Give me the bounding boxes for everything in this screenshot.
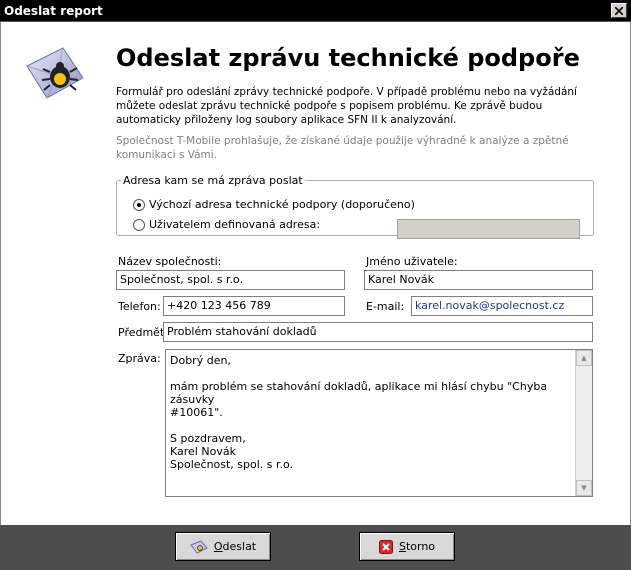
address-group-legend: Adresa kam se má zpráva poslat xyxy=(123,174,303,187)
envelope-bug-icon xyxy=(26,47,84,99)
radio-default-indicator[interactable] xyxy=(133,198,145,211)
company-field[interactable]: Společnost, spol. s r.o. xyxy=(116,270,345,290)
subject-label: Předmět: xyxy=(118,326,168,339)
radio-custom-address[interactable]: Uživatelem definovaná adresa: xyxy=(133,218,320,231)
dialog-body: Odeslat zprávu technické podpoře Formulá… xyxy=(0,22,631,525)
radio-custom-label: Uživatelem definovaná adresa: xyxy=(149,218,321,231)
cancel-x-icon xyxy=(378,539,393,554)
title-bar: Odeslat report xyxy=(0,0,631,22)
cancel-button[interactable]: Storno xyxy=(359,532,455,561)
button-bar: Odeslat Storno xyxy=(0,525,631,570)
radio-custom-indicator[interactable] xyxy=(133,218,145,231)
subject-field[interactable]: Problém stahování dokladů xyxy=(163,322,593,342)
message-textarea[interactable]: Dobrý den, mám problém se stahování dokl… xyxy=(165,349,593,497)
scroll-down-button[interactable]: ▼ xyxy=(576,480,592,496)
radio-default-label: Výchozí adresa technické podpory (doporu… xyxy=(149,198,415,211)
cancel-button-label: Storno xyxy=(398,540,436,553)
disclaimer-text: Společnost T-Mobile prohlašuje, že získa… xyxy=(116,135,569,161)
close-icon xyxy=(615,6,623,15)
address-group: Adresa kam se má zpráva poslat Výchozí a… xyxy=(116,174,594,239)
message-text[interactable]: Dobrý den, mám problém se stahování dokl… xyxy=(170,354,572,471)
user-label: Jméno uživatele: xyxy=(366,255,458,268)
email-label: E-mail: xyxy=(366,300,405,313)
scroll-up-button[interactable]: ▲ xyxy=(576,350,592,366)
send-envelope-icon xyxy=(190,539,208,554)
window-title: Odeslat report xyxy=(4,4,103,18)
email-field[interactable]: karel.novak@spolecnost.cz xyxy=(411,296,593,316)
message-scrollbar[interactable]: ▲ ▼ xyxy=(575,350,592,496)
phone-label: Telefon: xyxy=(118,300,161,313)
page-title: Odeslat zprávu technické podpoře xyxy=(116,44,580,72)
intro-text: Formulář pro odeslání zprávy technické p… xyxy=(116,86,577,126)
close-button[interactable] xyxy=(611,3,627,18)
send-button[interactable]: Odeslat xyxy=(175,532,271,561)
company-label: Název společnosti: xyxy=(118,255,222,268)
message-label: Zpráva: xyxy=(118,352,161,365)
send-button-label: Odeslat xyxy=(213,540,257,553)
user-field[interactable]: Karel Novák xyxy=(364,270,593,290)
radio-default-address[interactable]: Výchozí adresa technické podpory (doporu… xyxy=(133,198,415,211)
phone-field[interactable]: +420 123 456 789 xyxy=(163,296,345,316)
custom-address-field[interactable] xyxy=(397,219,580,239)
